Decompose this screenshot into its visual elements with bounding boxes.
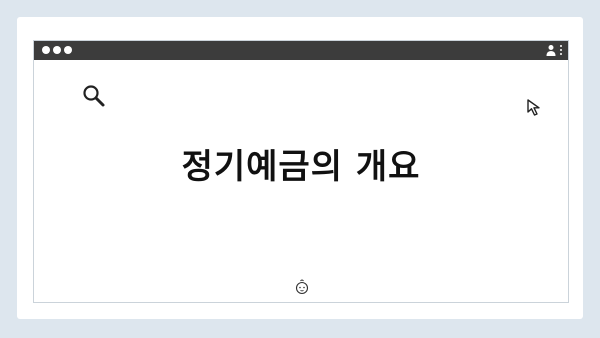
window-titlebar [34, 41, 568, 60]
window-minimize-dot[interactable] [53, 46, 61, 54]
browser-window: 정기예금의 개요 [33, 40, 569, 303]
cursor-arrow-icon [527, 99, 540, 116]
baby-face-icon [295, 279, 309, 295]
page-title: 정기예금의 개요 [181, 147, 421, 187]
profile-icon[interactable] [546, 44, 556, 56]
titlebar-controls [546, 44, 562, 56]
window-close-dot[interactable] [42, 46, 50, 54]
search-icon [83, 85, 105, 107]
kebab-menu-icon[interactable] [560, 45, 562, 55]
window-maximize-dot[interactable] [64, 46, 72, 54]
